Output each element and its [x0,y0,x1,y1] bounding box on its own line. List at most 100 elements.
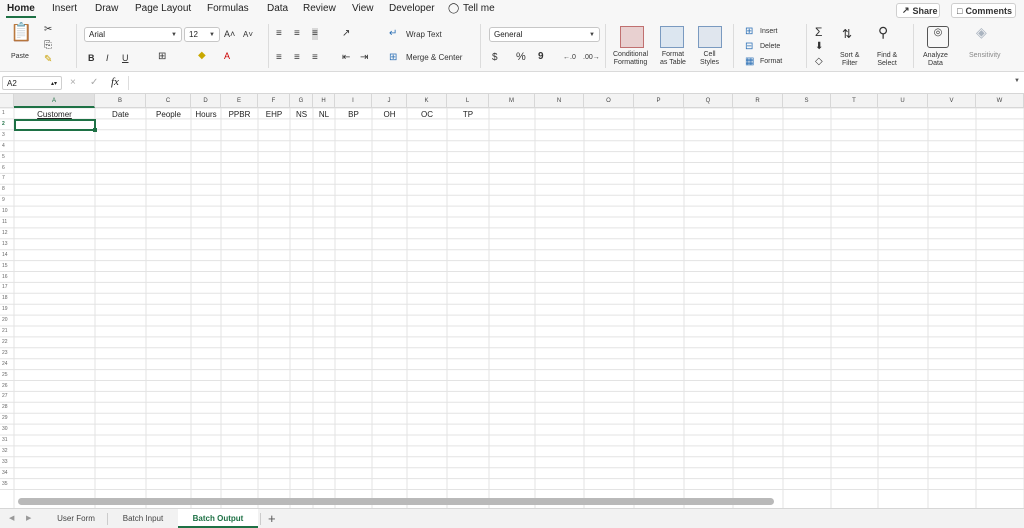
comma-button[interactable]: 9 [538,51,544,63]
tab-home[interactable]: Home [7,3,35,14]
insert-button[interactable]: Insert [760,28,778,36]
currency-button[interactable]: $ [492,52,498,64]
row-header-13[interactable]: 13 [0,239,14,250]
column-header-q[interactable]: Q [684,94,733,108]
cell-g1[interactable]: NS [290,109,313,120]
formula-input[interactable] [134,77,1004,90]
column-header-r[interactable]: R [733,94,783,108]
column-header-i[interactable]: I [335,94,372,108]
wrap-text-icon[interactable]: ↵ [389,28,397,40]
row-header-11[interactable]: 11 [0,217,14,228]
sensitivity-icon[interactable]: ◈ [976,25,987,39]
row-header-31[interactable]: 31 [0,435,14,446]
bold-button[interactable]: B [88,52,95,64]
column-header-b[interactable]: B [95,94,146,108]
orientation-icon[interactable]: ↗ [342,28,350,40]
column-header-t[interactable]: T [831,94,878,108]
decrease-indent-icon[interactable]: ⇤ [342,52,350,64]
row-header-12[interactable]: 12 [0,228,14,239]
merge-center-button[interactable]: Merge & Center [406,54,462,62]
find-select-label[interactable]: Find & Select [877,52,897,68]
tell-me-search[interactable]: Tell me [463,3,495,14]
row-header-24[interactable]: 24 [0,359,14,370]
tab-draw[interactable]: Draw [95,3,118,14]
column-header-g[interactable]: G [290,94,313,108]
increase-decimal-icon[interactable]: ←.0 [563,52,576,64]
search-icon[interactable]: ⚲ [878,25,888,39]
tab-formulas[interactable]: Formulas [207,3,249,14]
format-as-table-icon[interactable] [660,26,684,48]
insert-cells-icon[interactable]: ⊞ [745,26,753,38]
cell-j1[interactable]: OH [372,109,407,120]
wrap-text-button[interactable]: Wrap Text [406,31,442,39]
row-header-3[interactable]: 3 [0,130,14,141]
cancel-icon[interactable]: × [70,77,76,88]
row-header-33[interactable]: 33 [0,457,14,468]
row-header-28[interactable]: 28 [0,402,14,413]
next-sheet-icon[interactable]: ▶ [26,514,31,522]
conditional-formatting-icon[interactable] [620,26,644,48]
row-header-8[interactable]: 8 [0,184,14,195]
fill-icon[interactable]: ⬇ [815,41,823,53]
sensitivity-label[interactable]: Sensitivity [969,52,1001,60]
increase-font-icon[interactable]: A˄ [224,28,235,40]
row-header-16[interactable]: 16 [0,272,14,283]
prev-sheet-icon[interactable]: ◀ [9,514,14,522]
delete-cells-icon[interactable]: ⊟ [745,41,753,53]
name-box[interactable]: A2 ▴▾ [2,76,62,90]
column-header-h[interactable]: H [313,94,335,108]
format-painter-icon[interactable]: ✎ [44,54,52,66]
row-header-18[interactable]: 18 [0,293,14,304]
cell-b1[interactable]: Date [95,109,146,120]
delete-button[interactable]: Delete [760,43,780,51]
fill-color-icon[interactable]: ◆ [198,50,206,62]
font-size-select[interactable]: 12 ▼ [184,27,220,42]
cell-styles-icon[interactable] [698,26,722,48]
align-bottom-icon[interactable]: ≡ [312,28,318,40]
row-header-5[interactable]: 5 [0,152,14,163]
row-header-35[interactable]: 35 [0,479,14,490]
cut-icon[interactable]: ✂ [44,24,52,36]
cell-a1[interactable]: Customer [14,109,95,120]
row-header-9[interactable]: 9 [0,195,14,206]
tab-page-layout[interactable]: Page Layout [135,3,191,14]
merge-center-icon[interactable]: ⊞ [389,52,397,64]
autosum-icon[interactable]: Σ [815,26,822,38]
spreadsheet-grid[interactable]: ABCDEFGHIJKLMNOPQRSTUVW 1 2 3 4 5 6 7 8 9 10 11 12 1… [0,94,1024,508]
row-header-4[interactable]: 4 [0,141,14,152]
column-header-o[interactable]: O [584,94,634,108]
format-cells-icon[interactable]: ▦ [745,56,754,68]
underline-button[interactable]: U [122,52,129,64]
column-header-f[interactable]: F [258,94,290,108]
row-header-26[interactable]: 26 [0,381,14,392]
italic-button[interactable]: I [106,52,109,64]
column-header-k[interactable]: K [407,94,447,108]
column-header-w[interactable]: W [976,94,1024,108]
sheet-tab-batch-input[interactable]: Batch Input [110,509,176,528]
font-name-select[interactable]: Arial ▼ [84,27,182,42]
clear-icon[interactable]: ◇ [815,56,823,68]
column-header-d[interactable]: D [191,94,221,108]
borders-icon[interactable]: ⊞ [158,51,166,63]
sheet-tab-user-form[interactable]: User Form [46,509,106,528]
tab-review[interactable]: Review [303,3,336,14]
cell-e1[interactable]: PPBR [221,109,258,120]
align-center-icon[interactable]: ≡ [294,52,300,64]
sheet-tab-batch-output[interactable]: Batch Output [178,509,258,528]
row-header-21[interactable]: 21 [0,326,14,337]
column-header-p[interactable]: P [634,94,684,108]
cell-i1[interactable]: BP [335,109,372,120]
conditional-formatting-label[interactable]: Conditional Formatting [613,51,648,67]
decrease-font-icon[interactable]: A˅ [243,29,253,41]
column-header-j[interactable]: J [372,94,407,108]
decrease-decimal-icon[interactable]: .00→ [583,52,600,64]
row-header-27[interactable]: 27 [0,391,14,402]
cell-k1[interactable]: OC [407,109,447,120]
tab-data[interactable]: Data [267,3,288,14]
copy-icon[interactable]: ⎘ [44,40,52,52]
cell-d1[interactable]: Hours [191,109,221,120]
row-header-32[interactable]: 32 [0,446,14,457]
column-header-u[interactable]: U [878,94,928,108]
column-header-a[interactable]: A [14,94,95,108]
function-icon[interactable]: fx [111,76,119,88]
